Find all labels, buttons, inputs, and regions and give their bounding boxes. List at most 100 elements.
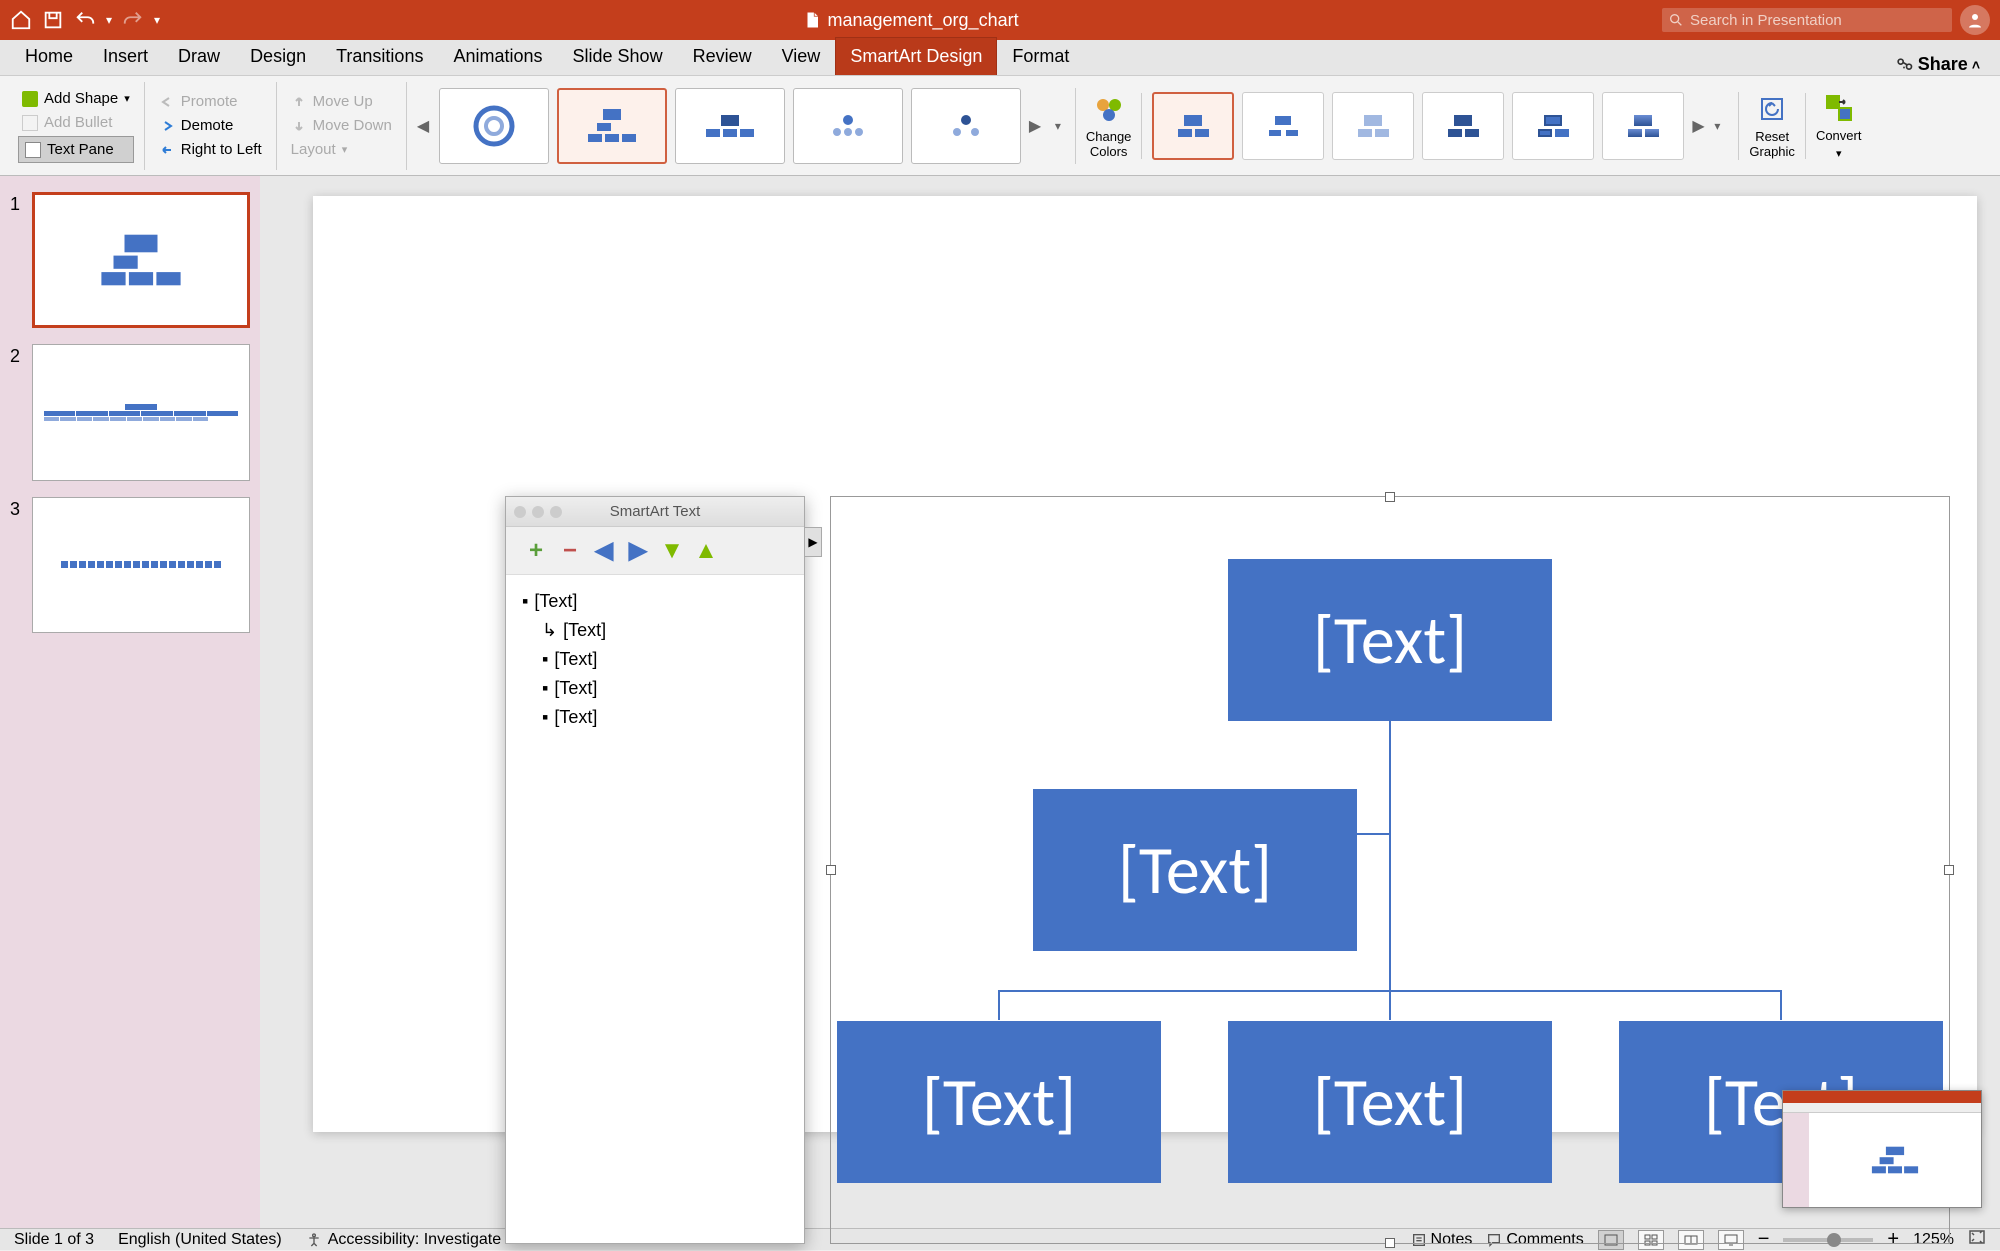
- layout-option-4[interactable]: [793, 88, 903, 164]
- layout-option-5[interactable]: [911, 88, 1021, 164]
- layout-option-1[interactable]: [439, 88, 549, 164]
- style-option-3[interactable]: [1332, 92, 1414, 160]
- tab-review[interactable]: Review: [678, 37, 767, 75]
- text-pane-button[interactable]: Text Pane: [18, 136, 134, 163]
- collapse-ribbon-icon[interactable]: ˄: [1972, 57, 1980, 73]
- home-icon[interactable]: [10, 9, 32, 31]
- undo-icon[interactable]: [74, 9, 96, 31]
- demote-button[interactable]: Demote: [155, 115, 266, 136]
- tab-transitions[interactable]: Transitions: [321, 37, 438, 75]
- fit-to-window-button[interactable]: [1968, 1229, 1986, 1250]
- layout-option-3[interactable]: [675, 88, 785, 164]
- style-option-4[interactable]: [1422, 92, 1504, 160]
- styles-more-icon[interactable]: ▶: [1692, 116, 1706, 136]
- tab-smartart-design[interactable]: SmartArt Design: [835, 37, 997, 75]
- reset-graphic-label: Reset Graphic: [1749, 129, 1795, 159]
- connector-line: [1780, 990, 1782, 1020]
- indent-icon[interactable]: ▶: [628, 541, 648, 561]
- document-title: management_org_chart: [168, 10, 1654, 31]
- remove-item-icon[interactable]: −: [560, 541, 580, 561]
- slide-number: 1: [10, 192, 24, 328]
- text-pane-toolbar: + − ◀ ▶ ▼ ▲: [506, 527, 804, 575]
- slide-counter[interactable]: Slide 1 of 3: [14, 1231, 94, 1249]
- accessibility-icon: [306, 1232, 322, 1248]
- tab-animations[interactable]: Animations: [438, 37, 557, 75]
- search-input[interactable]: [1662, 8, 1952, 32]
- share-label: Share: [1918, 54, 1968, 75]
- zoom-slider[interactable]: [1783, 1238, 1873, 1242]
- connector-line: [1389, 990, 1391, 1020]
- tab-slideshow[interactable]: Slide Show: [558, 37, 678, 75]
- mini-preview[interactable]: [1782, 1090, 1982, 1208]
- layouts-gallery: ◀ ▶ ▾: [407, 88, 1076, 164]
- search-icon: [1668, 12, 1684, 28]
- text-item[interactable]: ▪[Text]: [522, 674, 788, 703]
- change-colors-button[interactable]: Change Colors: [1076, 93, 1143, 159]
- text-pane-body[interactable]: ▪[Text] ↳[Text] ▪[Text] ▪[Text] ▪[Text]: [506, 575, 804, 1243]
- user-profile-icon[interactable]: [1960, 5, 1990, 35]
- window-controls[interactable]: [514, 506, 562, 518]
- undo-split-icon[interactable]: ▾: [106, 13, 112, 27]
- move-up-button: Move Up: [287, 91, 396, 112]
- layouts-prev-icon[interactable]: ◀: [417, 116, 431, 136]
- ribbon-tabs: Home Insert Draw Design Transitions Anim…: [0, 40, 2000, 76]
- add-item-icon[interactable]: +: [526, 541, 546, 561]
- outdent-icon[interactable]: ◀: [594, 541, 614, 561]
- reset-graphic-button[interactable]: Reset Graphic: [1739, 93, 1806, 159]
- search-box[interactable]: [1662, 8, 1952, 32]
- text-pane-header[interactable]: SmartArt Text: [506, 497, 804, 527]
- tab-home[interactable]: Home: [10, 37, 88, 75]
- text-pane-collapse-icon[interactable]: ▶: [804, 527, 822, 557]
- text-item[interactable]: ▪[Text]: [522, 703, 788, 732]
- share-icon: [1894, 55, 1914, 75]
- slide-thumb-1[interactable]: 1: [10, 192, 250, 328]
- language-indicator[interactable]: English (United States): [118, 1231, 282, 1249]
- quick-access-toolbar: ▾ ▾: [10, 9, 160, 31]
- titlebar: ▾ ▾ management_org_chart: [0, 0, 2000, 40]
- convert-button[interactable]: Convert ▾: [1806, 92, 1872, 160]
- org-box-top[interactable]: [Text]: [1228, 559, 1552, 721]
- redo-icon[interactable]: [122, 9, 144, 31]
- slide-thumb-3[interactable]: 3: [10, 497, 250, 633]
- style-option-1-selected[interactable]: [1152, 92, 1234, 160]
- style-option-6[interactable]: [1602, 92, 1684, 160]
- style-option-2[interactable]: [1242, 92, 1324, 160]
- ribbon-group-hierarchy: Promote Demote Right to Left: [145, 82, 277, 170]
- tab-draw[interactable]: Draw: [163, 37, 235, 75]
- doc-name-text: management_org_chart: [827, 10, 1018, 31]
- org-box-assistant[interactable]: [Text]: [1033, 789, 1357, 951]
- customize-qat-icon[interactable]: ▾: [154, 13, 160, 27]
- styles-dropdown-icon[interactable]: ▾: [1714, 119, 1728, 133]
- convert-label: Convert: [1816, 128, 1862, 143]
- layout-button: Layout ▾: [287, 139, 396, 160]
- add-bullet-button: Add Bullet: [18, 112, 134, 133]
- text-item[interactable]: ▪[Text]: [522, 645, 788, 674]
- tab-insert[interactable]: Insert: [88, 37, 163, 75]
- tab-format[interactable]: Format: [997, 37, 1084, 75]
- smartart-text-pane[interactable]: SmartArt Text + − ◀ ▶ ▼ ▲ ▪[Text] ↳[Text…: [505, 496, 805, 1244]
- slide-number: 3: [10, 497, 24, 633]
- tab-view[interactable]: View: [767, 37, 836, 75]
- slide-thumb-2[interactable]: 2: [10, 344, 250, 480]
- text-item[interactable]: ▪[Text]: [522, 587, 788, 616]
- text-item[interactable]: ↳[Text]: [522, 616, 788, 645]
- slides-panel[interactable]: 1 2 3: [0, 176, 260, 1228]
- slide-canvas-area[interactable]: SmartArt Text + − ◀ ▶ ▼ ▲ ▪[Text] ↳[Text…: [260, 176, 2000, 1228]
- accessibility-button[interactable]: Accessibility: Investigate: [306, 1231, 501, 1249]
- org-box-child-1[interactable]: [Text]: [837, 1021, 1161, 1183]
- save-icon[interactable]: [42, 9, 64, 31]
- layouts-next-icon[interactable]: ▶: [1029, 116, 1043, 136]
- layout-option-2-selected[interactable]: [557, 88, 667, 164]
- add-shape-button[interactable]: Add Shape ▾: [18, 88, 134, 109]
- promote-button: Promote: [155, 91, 266, 112]
- style-option-5[interactable]: [1512, 92, 1594, 160]
- move-down-icon[interactable]: ▼: [662, 541, 682, 561]
- right-to-left-button[interactable]: Right to Left: [155, 139, 266, 160]
- share-button[interactable]: Share ˄: [1884, 54, 1990, 75]
- file-icon: [803, 11, 821, 29]
- layouts-more-icon[interactable]: ▾: [1051, 119, 1065, 133]
- tab-design[interactable]: Design: [235, 37, 321, 75]
- org-box-child-2[interactable]: [Text]: [1228, 1021, 1552, 1183]
- slide-number: 2: [10, 344, 24, 480]
- move-up-icon[interactable]: ▲: [696, 541, 716, 561]
